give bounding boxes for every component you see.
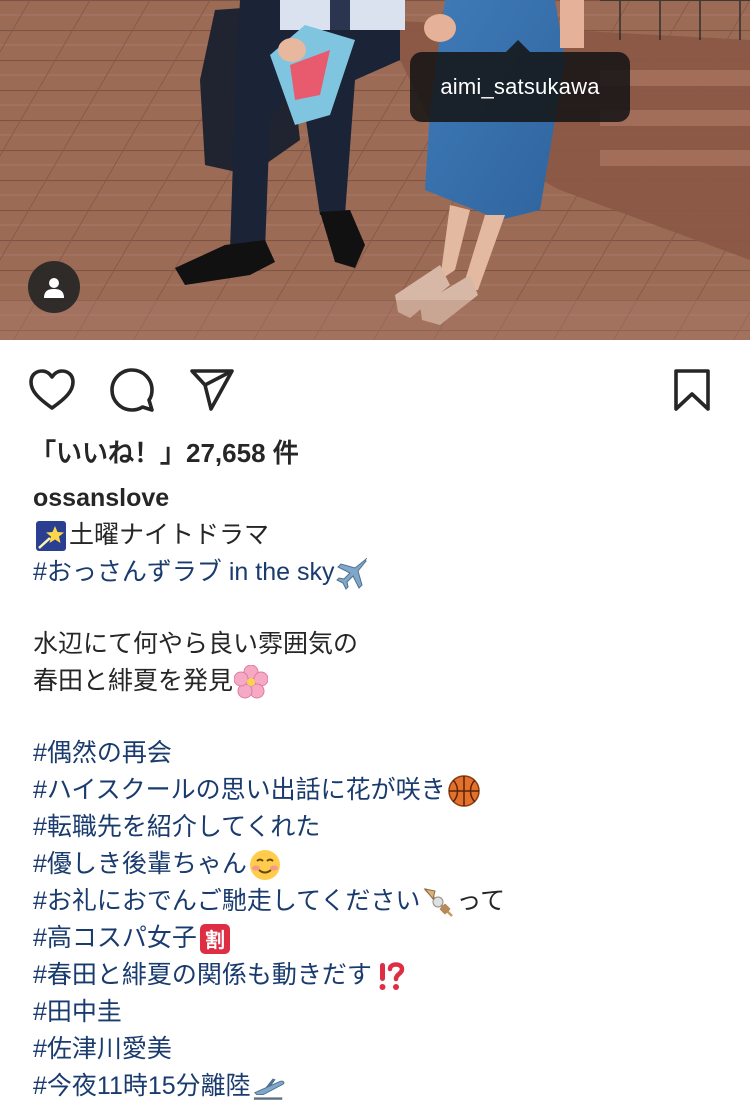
tagged-users-button[interactable] (28, 261, 80, 313)
user-tag-tooltip[interactable]: aimi_satsukawa (410, 40, 630, 122)
person-icon (44, 278, 64, 298)
basketball-emoji (447, 774, 481, 808)
airplane-departure-emoji (252, 1070, 286, 1104)
hashtag-link[interactable]: #優しき後輩ちゃん (33, 846, 247, 883)
hashtag-link[interactable]: #ハイスクールの思い出話に花が咲き (33, 772, 446, 809)
caption-line: #おっさんずラブ in the sky (33, 554, 733, 591)
smiling-face-emoji (248, 848, 282, 882)
like-count[interactable]: 「いいね！」27,658 件 (30, 434, 299, 472)
hashtag-link[interactable]: #佐津川愛美 (33, 1031, 172, 1068)
cherry-blossom-emoji (234, 664, 269, 699)
hashtag-link[interactable]: #お礼におでんご馳走してください (33, 883, 420, 920)
caption-line: 水辺にて何やら良い雰囲気の (33, 626, 733, 663)
hashtag-link[interactable]: #今夜11時15分離陸 (33, 1068, 251, 1105)
comment-button[interactable] (108, 366, 156, 414)
post-photo[interactable]: aimi_satsukawa (0, 0, 750, 340)
bookmark-icon (674, 369, 710, 411)
discount-kanji-emoji: 割 (198, 922, 232, 956)
oden-emoji (421, 885, 455, 919)
caption-line: #ハイスクールの思い出話に花が咲き (33, 772, 733, 809)
post-username[interactable]: ossanslove (33, 480, 169, 517)
caption-line: #春田と緋夏の関係も動きだす (33, 957, 733, 994)
svg-text:割: 割 (205, 928, 225, 952)
paper-plane-icon (190, 369, 234, 411)
caption-line: #田中圭 (33, 994, 733, 1031)
shooting-star-emoji (34, 519, 68, 553)
caption-line: #佐津川愛美 (33, 1031, 733, 1068)
hashtag-link[interactable]: #転職先を紹介してくれた (33, 809, 320, 846)
caption-line: #偶然の再会 (33, 735, 733, 772)
caption-text: 水辺にて何やら良い雰囲気の (33, 630, 359, 658)
post-image (0, 0, 750, 340)
caption-text: って (456, 887, 506, 915)
caption-username-line: ossanslove (33, 480, 733, 517)
hashtag-link[interactable]: #田中圭 (33, 994, 122, 1031)
hashtag-link[interactable]: #おっさんずラブ in the sky (33, 554, 334, 591)
hashtag-link[interactable]: #春田と緋夏の関係も動きだす (33, 957, 372, 994)
caption-line: 春田と緋夏を発見 (33, 663, 733, 700)
caption-text: 春田と緋夏を発見 (33, 667, 234, 695)
like-button[interactable] (28, 366, 76, 414)
heart-icon (29, 369, 75, 410)
caption-text: 土曜ナイトドラマ (69, 521, 270, 549)
save-button[interactable] (668, 366, 716, 414)
caption-line: #今夜11時15分離陸 (33, 1068, 733, 1105)
hashtag-link[interactable]: #偶然の再会 (33, 735, 172, 772)
tagged-username: aimi_satsukawa (440, 74, 600, 99)
caption-line: 土曜ナイトドラマ (33, 517, 733, 554)
hashtag-link[interactable]: #高コスパ女子 (33, 920, 197, 957)
caption-line: #お礼におでんご馳走してください って (33, 883, 733, 920)
share-button[interactable] (188, 366, 236, 414)
caption-line: #優しき後輩ちゃん (33, 846, 733, 883)
post-caption: ossanslove 土曜ナイトドラマ #おっさんずラブ in the sky … (33, 480, 733, 1105)
comment-icon (110, 368, 154, 412)
caption-line: #高コスパ女子 割 (33, 920, 733, 957)
exclamation-question-emoji (373, 959, 407, 993)
airplane-emoji (335, 556, 369, 590)
caption-line: #転職先を紹介してくれた (33, 809, 733, 846)
post-action-bar (0, 340, 750, 436)
